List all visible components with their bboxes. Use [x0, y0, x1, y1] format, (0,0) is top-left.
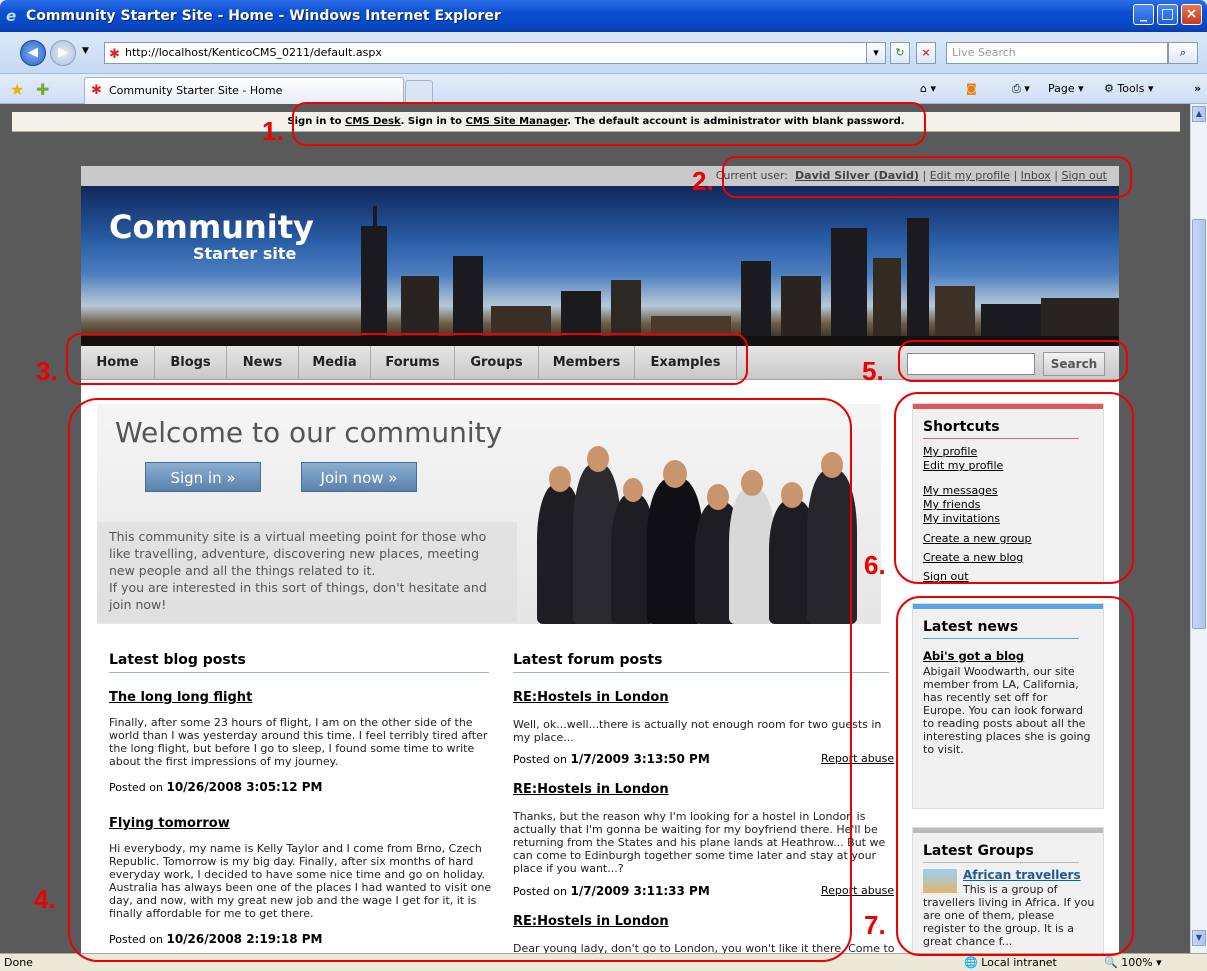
address-bar[interactable]: ✱ http://localhost/KenticoCMS_0211/defau…: [104, 42, 884, 64]
maximize-button[interactable]: □: [1157, 4, 1178, 25]
site-logo-subtitle: Starter site: [193, 244, 297, 263]
refresh-icon[interactable]: ↻: [890, 42, 910, 64]
annotation-box-5: [898, 340, 1128, 382]
tab-favicon-icon: ✱: [91, 83, 102, 98]
address-text: http://localhost/KenticoCMS_0211/default…: [125, 46, 382, 59]
zone-text: Local intranet: [981, 956, 1057, 969]
vertical-scrollbar[interactable]: ▲ ▼: [1190, 104, 1207, 953]
annotation-box-2: [722, 156, 1132, 198]
address-toolbar: ◀ ▶ ▼ ✱ http://localhost/KenticoCMS_0211…: [0, 32, 1207, 74]
annotation-box-4: [68, 398, 852, 962]
annotation-box-3: [66, 333, 748, 385]
add-favorites-icon[interactable]: ✚: [36, 80, 49, 99]
window-title: Community Starter Site - Home - Windows …: [26, 8, 501, 24]
new-tab-button[interactable]: [405, 80, 433, 104]
window-title-bar[interactable]: e Community Starter Site - Home - Window…: [0, 0, 1207, 32]
annotation-label-7: 7.: [864, 910, 886, 940]
scroll-up-icon[interactable]: ▲: [1192, 106, 1206, 122]
annotation-label-2: 2.: [692, 166, 714, 196]
tools-menu[interactable]: ⚙ Tools ▾: [1104, 80, 1154, 98]
chevron-more-icon[interactable]: »: [1194, 80, 1201, 98]
annotation-box-1: [292, 102, 926, 146]
annotation-label-3: 3.: [36, 356, 58, 386]
search-icon[interactable]: ⌕: [1168, 42, 1198, 64]
annotation-box-7: [896, 596, 1134, 956]
zoom-control[interactable]: 🔍 100% ▾: [1104, 954, 1162, 971]
annotation-label-6: 6.: [864, 550, 886, 580]
annotation-box-6: [894, 392, 1134, 584]
favorites-star-icon[interactable]: ★: [10, 80, 24, 99]
page-menu-label: Page: [1048, 82, 1075, 95]
tab-bar: ★ ✚ ✱ Community Starter Site - Home ⌂ ▾ …: [0, 74, 1207, 104]
tools-menu-label: Tools: [1117, 82, 1145, 95]
status-text: Done: [4, 956, 33, 969]
print-icon[interactable]: ⎙ ▾: [1012, 80, 1030, 98]
live-search-input[interactable]: Live Search: [946, 42, 1168, 64]
annotation-label-5: 5.: [862, 356, 884, 386]
page-menu[interactable]: Page ▾: [1048, 80, 1084, 98]
scroll-thumb[interactable]: [1192, 219, 1206, 629]
zone-indicator: 🌐 Local intranet: [964, 956, 1057, 969]
site-logo-title[interactable]: Community: [109, 208, 314, 246]
tab-home[interactable]: ✱ Community Starter Site - Home: [84, 77, 404, 104]
zoom-text: 100%: [1121, 956, 1153, 969]
history-dropdown-icon[interactable]: ▼: [82, 46, 89, 56]
feeds-icon[interactable]: ◙: [966, 80, 977, 98]
address-dropdown-icon[interactable]: ▾: [866, 42, 886, 64]
scroll-down-icon[interactable]: ▼: [1192, 930, 1206, 946]
header-banner: Community Starter site: [81, 186, 1119, 346]
home-icon[interactable]: ⌂ ▾: [920, 80, 936, 98]
annotation-label-4: 4.: [34, 884, 56, 914]
minimize-button[interactable]: _: [1133, 4, 1154, 25]
close-button[interactable]: ×: [1181, 4, 1202, 25]
site-favicon-icon: ✱: [109, 47, 120, 62]
ie-icon: e: [6, 7, 17, 25]
tab-title: Community Starter Site - Home: [109, 84, 283, 97]
back-button[interactable]: ◀: [20, 40, 46, 66]
annotation-label-1: 1.: [262, 116, 284, 146]
forward-button[interactable]: ▶: [50, 40, 76, 66]
stop-icon[interactable]: ×: [916, 42, 936, 64]
